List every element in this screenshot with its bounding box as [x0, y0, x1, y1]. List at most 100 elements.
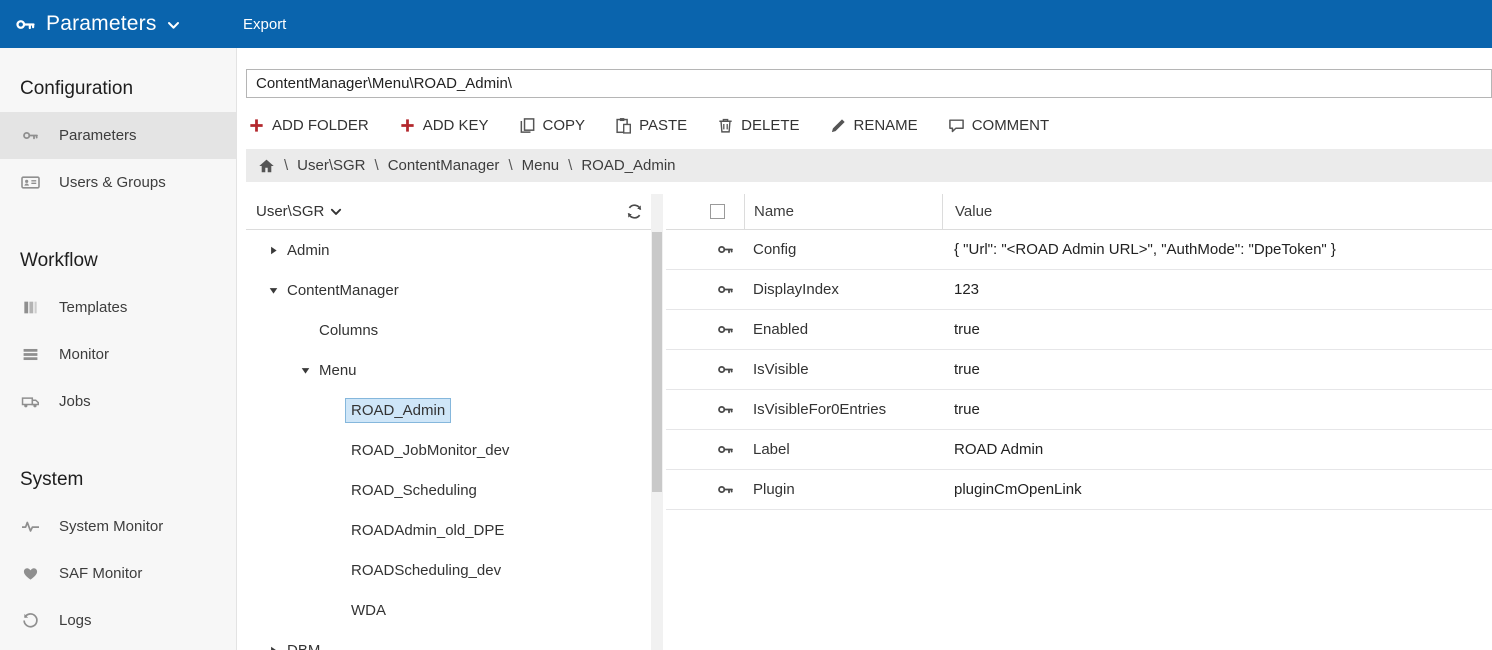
table-header-check-cell — [666, 194, 744, 229]
column-header-value[interactable]: Value — [942, 194, 1492, 229]
row-icon-cell — [666, 481, 744, 498]
tree-node-admin[interactable]: Admin — [246, 230, 651, 270]
sidebar-item-logs[interactable]: Logs — [0, 597, 236, 644]
sidebar: ConfigurationParametersUsers & GroupsWor… — [0, 48, 237, 650]
history-icon — [20, 612, 44, 630]
expand-icon[interactable] — [265, 245, 281, 256]
breadcrumb-segment-user-sgr[interactable]: User\SGR — [297, 157, 365, 174]
param-row-plugin[interactable]: PluginpluginCmOpenLink — [666, 470, 1492, 510]
tree-root-label: User\SGR — [256, 203, 324, 220]
tree-panel: User\SGR Admin ContentManager ColumnsMenu R… — [246, 194, 651, 650]
toolbar-rename-button[interactable]: RENAME — [830, 117, 918, 134]
tree-node-label: ContentManager — [281, 278, 405, 303]
home-icon[interactable] — [258, 158, 275, 174]
tree-node-label: ROAD_Admin — [345, 398, 451, 423]
expand-icon[interactable] — [265, 645, 281, 650]
tree-node-label: ROADScheduling_dev — [345, 558, 507, 583]
param-row-label[interactable]: LabelROAD Admin — [666, 430, 1492, 470]
sidebar-item-label: Users & Groups — [59, 174, 166, 191]
app-title-menu[interactable]: Parameters — [0, 12, 237, 36]
tree-node-wda[interactable]: WDA — [246, 590, 651, 630]
breadcrumb-segment-menu[interactable]: Menu — [522, 157, 560, 174]
breadcrumb-separator: \ — [375, 157, 379, 174]
jobs-icon — [20, 393, 44, 411]
key-icon — [717, 361, 734, 378]
column-header-name[interactable]: Name — [744, 194, 942, 229]
toolbar: ADD FOLDER ADD KEY COPY PASTE DELETE RENAME CO… — [248, 111, 1492, 139]
tree-node-roadadmin-old-dpe[interactable]: ROADAdmin_old_DPE — [246, 510, 651, 550]
toolbar-delete-button[interactable]: DELETE — [717, 117, 799, 134]
param-name: Enabled — [744, 321, 942, 338]
breadcrumb-segment-contentmanager[interactable]: ContentManager — [388, 157, 500, 174]
tree-node-label: WDA — [345, 598, 392, 623]
toolbar-add-key-button[interactable]: ADD KEY — [399, 117, 489, 134]
select-all-checkbox[interactable] — [710, 204, 725, 219]
sidebar-item-templates[interactable]: Templates — [0, 284, 236, 331]
toolbar-paste-button[interactable]: PASTE — [615, 117, 687, 134]
collapse-icon[interactable] — [297, 365, 313, 376]
pencil-icon — [830, 117, 847, 134]
tree-header: User\SGR — [246, 194, 651, 230]
param-row-enabled[interactable]: Enabledtrue — [666, 310, 1492, 350]
sidebar-heading-workflow: Workflow — [20, 250, 236, 272]
tree-root-selector[interactable]: User\SGR — [256, 203, 342, 220]
chevron-down-icon — [167, 16, 180, 32]
export-menu-item[interactable]: Export — [237, 16, 292, 33]
plus-icon — [248, 117, 265, 134]
comment-icon — [948, 117, 965, 134]
trash-icon — [717, 117, 734, 134]
copy-icon — [519, 117, 536, 134]
param-name: Plugin — [744, 481, 942, 498]
key-icon — [15, 14, 36, 35]
breadcrumb-separator: \ — [508, 157, 512, 174]
tree-node-contentmanager[interactable]: ContentManager — [246, 270, 651, 310]
scrollbar-thumb[interactable] — [652, 232, 662, 492]
sidebar-item-label: Monitor — [59, 346, 109, 363]
app-window: Parameters Export ConfigurationParameter… — [0, 0, 1492, 650]
key-icon — [717, 281, 734, 298]
tree-node-road-jobmonitor-dev[interactable]: ROAD_JobMonitor_dev — [246, 430, 651, 470]
sidebar-item-monitor[interactable]: Monitor — [0, 331, 236, 378]
toolbar-copy-button[interactable]: COPY — [519, 117, 586, 134]
paste-icon — [615, 117, 632, 134]
sidebar-item-label: SAF Monitor — [59, 565, 142, 582]
tree-node-label: Admin — [281, 238, 336, 263]
tree-node-roadscheduling-dev[interactable]: ROADScheduling_dev — [246, 550, 651, 590]
tree-node-label: ROAD_JobMonitor_dev — [345, 438, 515, 463]
tree-node-label: ROAD_Scheduling — [345, 478, 483, 503]
path-input[interactable] — [246, 69, 1492, 98]
tree-scrollbar[interactable] — [651, 194, 663, 650]
key-icon — [717, 241, 734, 258]
sidebar-item-saf-monitor[interactable]: SAF Monitor — [0, 550, 236, 597]
app-title: Parameters — [46, 12, 157, 36]
param-row-isvisible[interactable]: IsVisibletrue — [666, 350, 1492, 390]
tree-node-dbm[interactable]: DBM — [246, 630, 651, 650]
toolbar-comment-button[interactable]: COMMENT — [948, 117, 1050, 134]
param-row-isvisiblefor0entries[interactable]: IsVisibleFor0Entriestrue — [666, 390, 1492, 430]
row-icon-cell — [666, 241, 744, 258]
refresh-icon[interactable] — [626, 203, 643, 220]
tree-node-road-scheduling[interactable]: ROAD_Scheduling — [246, 470, 651, 510]
breadcrumb: \User\SGR\ContentManager\Menu\ROAD_Admin — [246, 149, 1492, 182]
param-row-config[interactable]: Config{ "Url": "<ROAD Admin URL>", "Auth… — [666, 230, 1492, 270]
sidebar-item-system-monitor[interactable]: System Monitor — [0, 503, 236, 550]
tree-node-menu[interactable]: Menu — [246, 350, 651, 390]
toolbar-add-folder-button[interactable]: ADD FOLDER — [248, 117, 369, 134]
tree-node-columns[interactable]: Columns — [246, 310, 651, 350]
table-header: Name Value — [666, 194, 1492, 230]
sidebar-item-label: Jobs — [59, 393, 91, 410]
main-panel: ADD FOLDER ADD KEY COPY PASTE DELETE RENAME CO… — [237, 48, 1492, 650]
tree-node-road-admin[interactable]: ROAD_Admin — [246, 390, 651, 430]
collapse-icon[interactable] — [265, 285, 281, 296]
param-row-displayindex[interactable]: DisplayIndex123 — [666, 270, 1492, 310]
heart-icon — [20, 565, 44, 583]
breadcrumb-segment-road-admin[interactable]: ROAD_Admin — [581, 157, 675, 174]
sidebar-item-label: Templates — [59, 299, 127, 316]
breadcrumb-separator: \ — [568, 157, 572, 174]
toolbar-button-label: ADD KEY — [423, 117, 489, 134]
sidebar-item-users-groups[interactable]: Users & Groups — [0, 159, 236, 206]
activity-icon — [20, 518, 44, 536]
sidebar-item-parameters[interactable]: Parameters — [0, 112, 236, 159]
row-icon-cell — [666, 401, 744, 418]
sidebar-item-jobs[interactable]: Jobs — [0, 378, 236, 425]
